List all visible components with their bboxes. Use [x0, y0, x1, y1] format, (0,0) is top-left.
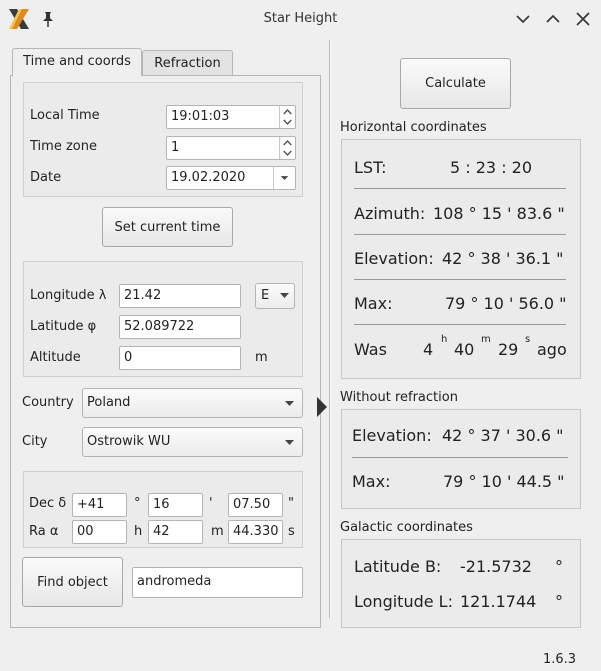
country-value: Poland — [87, 395, 131, 410]
norefr-elevation-label: Elevation: — [352, 426, 432, 445]
altitude-input[interactable]: 0 — [119, 346, 241, 370]
local-time-spinner[interactable]: 19:01:03 — [166, 105, 296, 129]
ra-seconds-unit: s — [288, 524, 295, 539]
azimuth-value: 108 ° 15 ' 83.6 " — [433, 204, 565, 223]
minimize-icon[interactable] — [514, 10, 532, 28]
lst-value: 5 : 23 : 20 — [450, 158, 533, 177]
separator — [354, 279, 566, 280]
longitude-direction-value: E — [261, 288, 270, 303]
was-minutes-unit: m — [481, 334, 491, 345]
elevation-label: Elevation: — [354, 249, 434, 268]
dec-seconds-unit: " — [288, 496, 294, 511]
dec-minutes-unit: ' — [209, 496, 213, 511]
was-suffix: ago — [537, 340, 567, 359]
chevron-down-icon — [285, 401, 294, 406]
longitude-input[interactable]: 21.42 — [119, 284, 241, 308]
find-object-button[interactable]: Find object — [22, 557, 123, 607]
country-label: Country — [22, 395, 74, 410]
separator — [354, 234, 566, 235]
separator — [354, 188, 566, 189]
was-seconds-value: 29 — [498, 340, 519, 359]
window-title: Star Height — [263, 11, 338, 26]
dec-degrees-unit: ° — [134, 496, 141, 511]
norefr-elevation-value: 42 ° 37 ' 30.6 " — [442, 426, 564, 445]
panel-divider — [329, 40, 331, 618]
galactic-latitude-unit: ° — [555, 557, 563, 576]
separator — [354, 324, 566, 325]
close-icon[interactable] — [574, 10, 592, 28]
was-hours-unit: h — [441, 334, 448, 345]
chevron-down-icon[interactable] — [273, 167, 295, 189]
elevation-value: 42 ° 38 ' 36.1 " — [442, 249, 564, 268]
maximize-icon[interactable] — [544, 10, 562, 28]
version-label: 1.6.3 — [543, 652, 577, 667]
date-label: Date — [30, 170, 62, 185]
city-label: City — [22, 434, 48, 449]
without-refraction-title: Without refraction — [340, 390, 458, 405]
calculate-button[interactable]: Calculate — [400, 58, 511, 109]
max-value: 79 ° 10 ' 56.0 " — [445, 294, 567, 313]
mouse-cursor-icon — [317, 397, 327, 417]
galactic-longitude-label: Longitude L: — [354, 592, 453, 611]
dec-label: Dec δ — [29, 496, 67, 511]
ra-hours-unit: h — [134, 524, 143, 539]
was-label: Was — [354, 340, 387, 359]
date-value: 19.02.2020 — [171, 170, 246, 185]
galactic-longitude-unit: ° — [555, 592, 563, 611]
was-minutes-value: 40 — [454, 340, 475, 359]
galactic-longitude-value: 121.1744 — [460, 592, 537, 611]
date-field[interactable]: 19.02.2020 — [166, 166, 296, 190]
object-search-input[interactable]: andromeda — [132, 567, 303, 598]
city-select[interactable]: Ostrowik WU — [82, 427, 303, 457]
galactic-latitude-value: -21.5732 — [460, 557, 532, 576]
altitude-unit: m — [255, 350, 268, 365]
norefr-max-label: Max: — [352, 472, 391, 491]
without-refraction-box — [341, 409, 581, 509]
ra-minutes-input[interactable]: 42 — [148, 520, 203, 544]
spinner-arrows-icon[interactable] — [279, 106, 295, 128]
altitude-label: Altitude — [30, 350, 81, 365]
chevron-down-icon — [280, 293, 289, 298]
time-zone-spinner[interactable]: 1 — [166, 136, 296, 160]
ra-label: Ra α — [29, 524, 59, 539]
ra-minutes-unit: m — [211, 524, 224, 539]
chevron-down-icon — [285, 440, 294, 445]
galactic-latitude-label: Latitude B: — [354, 557, 442, 576]
time-zone-label: Time zone — [30, 139, 97, 154]
dec-degrees-input[interactable]: +41 — [72, 493, 127, 517]
set-current-time-button[interactable]: Set current time — [102, 207, 233, 247]
time-zone-value: 1 — [171, 140, 180, 155]
was-hours-value: 4 — [423, 340, 434, 359]
galactic-coords-title: Galactic coordinates — [340, 520, 473, 535]
latitude-label: Latitude φ — [30, 319, 97, 334]
azimuth-label: Azimuth: — [354, 204, 426, 223]
horizontal-coords-title: Horizontal coordinates — [340, 120, 487, 135]
ra-hours-input[interactable]: 00 — [72, 520, 127, 544]
longitude-label: Longitude λ — [30, 288, 107, 303]
max-label: Max: — [354, 294, 393, 313]
separator — [352, 457, 568, 458]
lst-label: LST: — [354, 158, 387, 177]
local-time-label: Local Time — [30, 108, 100, 123]
city-value: Ostrowik WU — [87, 434, 171, 449]
local-time-value: 19:01:03 — [171, 109, 230, 124]
spinner-arrows-icon[interactable] — [279, 137, 295, 159]
dec-minutes-input[interactable]: 16 — [148, 493, 203, 517]
country-select[interactable]: Poland — [82, 388, 303, 418]
dec-seconds-input[interactable]: 07.50 — [228, 493, 283, 517]
tab-refraction[interactable]: Refraction — [142, 50, 233, 76]
was-seconds-unit: s — [525, 334, 531, 345]
galactic-coords-box — [341, 539, 581, 628]
ra-seconds-input[interactable]: 44.330 — [228, 520, 283, 544]
longitude-direction-select[interactable]: E — [255, 283, 295, 309]
norefr-max-value: 79 ° 10 ' 44.5 " — [443, 472, 565, 491]
latitude-input[interactable]: 52.089722 — [119, 315, 241, 339]
tab-time-and-coords[interactable]: Time and coords — [12, 48, 142, 76]
